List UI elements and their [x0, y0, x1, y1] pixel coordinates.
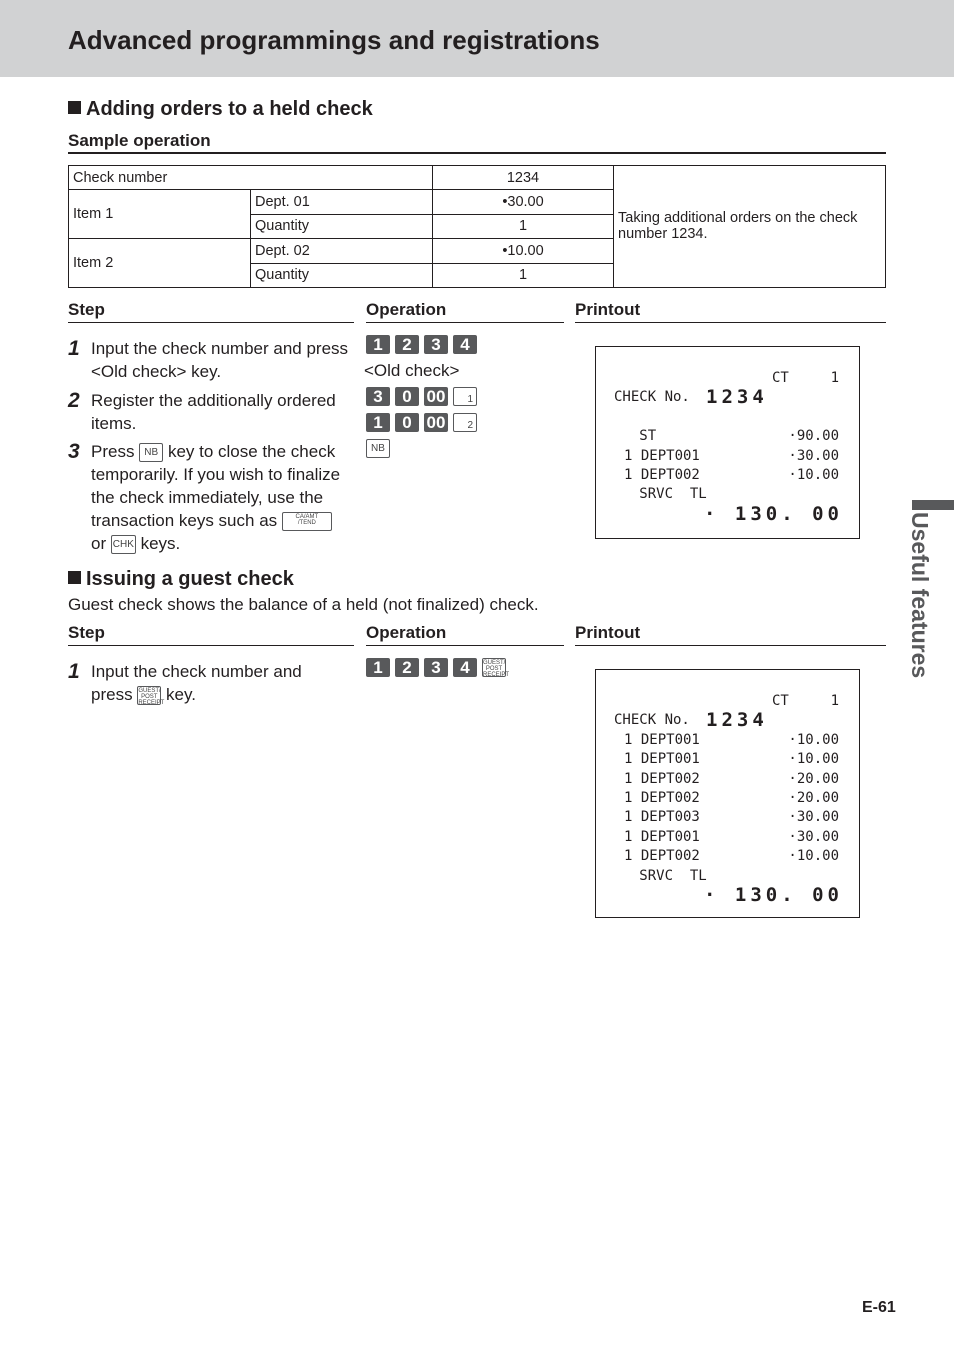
nb-key: NB: [366, 439, 390, 458]
printout-header: Printout: [575, 623, 886, 646]
printout-receipt-1: CT 1 CHECK No. 1234 ST ·90.00 1 DEPT001·30.…: [595, 346, 860, 539]
key: 00: [424, 413, 448, 432]
operation-header: Operation: [366, 300, 564, 323]
section-title-guest-check: Issuing a guest check: [68, 568, 294, 591]
step-header: Step: [68, 623, 354, 646]
key: 3: [366, 387, 390, 406]
side-tab-marker: [912, 500, 954, 510]
sample-table: Check number 1234 Taking additional order…: [68, 164, 886, 288]
key: 0: [395, 413, 419, 432]
operation-keys: 1 2 3 4 GUEST/POST RECEIPT: [366, 658, 510, 678]
operation-keys-3: 1 0 00 2: [366, 413, 477, 432]
key: 0: [395, 387, 419, 406]
key: 3: [424, 335, 448, 354]
step-1: 1 Input the check number and press <Old c…: [68, 337, 349, 381]
sample-operation-label: Sample operation: [68, 131, 211, 150]
key: 00: [424, 387, 448, 406]
step-header: Step: [68, 300, 354, 323]
step-1: 1 Input the check number and press GUEST…: [68, 660, 302, 707]
cell: Item 1: [68, 189, 251, 240]
operation-keys-1: 1234: [366, 335, 482, 354]
page-number: E-61: [862, 1299, 896, 1316]
divider: [68, 152, 886, 154]
guest-post-receipt-key: GUEST/POST RECEIPT: [482, 658, 510, 678]
operation-header: Operation: [366, 623, 564, 646]
cell: Dept. 01: [250, 189, 433, 215]
cell: 1: [432, 262, 614, 288]
square-bullet-icon: [68, 101, 81, 114]
nb-key: NB: [139, 443, 164, 463]
printout-receipt-2: CT 1 CHECK No. 1234 1 DEPT001·10.00 1 DEPT…: [595, 669, 860, 918]
step-2: 2 Register the additionally ordered items…: [68, 389, 336, 433]
side-tab-label: Useful features: [907, 512, 933, 679]
cell: Dept. 02: [250, 238, 433, 264]
page-title: Advanced programmings and registrations: [68, 25, 600, 55]
guest-post-receipt-key: GUEST/POST RECEIPT: [137, 686, 165, 707]
key: 1: [366, 335, 390, 354]
key: 4: [453, 658, 477, 677]
cell: 1: [432, 213, 614, 240]
cell: Quantity: [250, 213, 433, 240]
dept-key-2: 2: [453, 413, 477, 432]
key: 1: [366, 413, 390, 432]
key: 4: [453, 335, 477, 354]
operation-nb: NB: [366, 439, 390, 458]
dept-key-1: 1: [453, 387, 477, 406]
ca-amt-tend-key: CA/AMT/TEND: [281, 512, 332, 532]
key: 2: [395, 335, 419, 354]
old-check-key-label: <Old check>: [364, 361, 460, 380]
chk-key: CHK: [110, 535, 136, 555]
cell: 1234: [432, 164, 614, 191]
operation-keys-2: 3 0 00 1: [366, 387, 477, 406]
section-description: Guest check shows the balance of a held …: [68, 595, 539, 614]
square-bullet-icon: [68, 571, 81, 584]
step-3: 3 Press NB key to close the check tempor…: [68, 440, 341, 555]
key: 3: [424, 658, 448, 677]
printout-header: Printout: [575, 300, 886, 323]
section-title-held-check: Adding orders to a held check: [68, 98, 373, 121]
key: 1: [366, 658, 390, 677]
note-cell: Taking additional orders on the check nu…: [613, 165, 886, 288]
cell: Quantity: [250, 262, 433, 288]
cell: •30.00: [432, 189, 614, 215]
page-header: Advanced programmings and registrations: [0, 0, 954, 77]
cell: •10.00: [432, 238, 614, 264]
key: 2: [395, 658, 419, 677]
cell: Check number: [68, 164, 433, 191]
cell: Item 2: [68, 238, 251, 288]
